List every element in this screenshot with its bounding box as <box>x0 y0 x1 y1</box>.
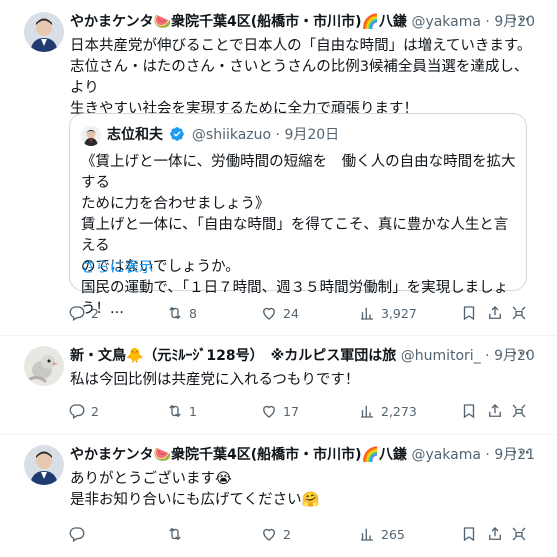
retweet-count: 1 <box>189 403 197 419</box>
views-button[interactable]: 265 <box>358 522 405 546</box>
more-options-button[interactable]: ··· <box>512 445 531 461</box>
reply-icon <box>69 527 85 542</box>
tweet[interactable]: やかまケンタ🍉衆院千葉4区(船橋市・市川市)🌈八鎌 @yakama · 9月20… <box>0 0 557 335</box>
show-more-link[interactable]: さらに表示 <box>81 258 154 279</box>
display-name[interactable]: やかまケンタ🍉衆院千葉4区(船橋市・市川市)🌈八鎌 <box>70 447 407 463</box>
share-button[interactable] <box>486 301 509 325</box>
views-icon <box>361 528 373 541</box>
share-button[interactable] <box>486 522 509 546</box>
display-name[interactable]: やかまケンタ🍉衆院千葉4区(船橋市・市川市)🌈八鎌 <box>70 14 407 30</box>
retweet-icon <box>169 527 181 541</box>
bookmark-button[interactable] <box>460 301 483 325</box>
quote-user-handle: @shiikazuo <box>191 127 272 143</box>
grok-button[interactable] <box>510 522 533 546</box>
reply-button[interactable] <box>68 522 91 546</box>
tweet-header: 新・文鳥🐥（元ﾐﾙｰｼﾞ128号） ※カルピス軍団は旅 @humitori_ ·… <box>70 346 537 366</box>
share-icon <box>489 527 501 540</box>
verified-badge-icon <box>169 126 185 142</box>
like-button[interactable]: 17 <box>260 399 299 423</box>
retweet-button[interactable]: 1 <box>166 399 197 423</box>
reply-button[interactable]: 2 <box>68 301 99 325</box>
share-icon <box>489 306 501 319</box>
quote-text: 《賃上げと一体に、労働時間の短縮を 働く人の自由な時間を拡大する ために力を合わ… <box>81 154 516 317</box>
like-icon <box>263 528 275 541</box>
bookmark-icon <box>463 527 475 542</box>
views-button[interactable]: 3,927 <box>358 301 417 325</box>
view-count: 2,273 <box>381 403 417 419</box>
like-icon <box>263 405 275 418</box>
quote-header: 志位和夫 @shiikazuo · 9月20日 <box>107 126 340 143</box>
reply-icon <box>69 306 85 321</box>
more-options-button[interactable]: ··· <box>512 12 531 28</box>
display-name[interactable]: 新・文鳥🐥（元ﾐﾙｰｼﾞ128号） ※カルピス軍団は旅 <box>70 348 396 364</box>
retweet-icon <box>169 306 181 320</box>
tweet-text: 日本共産党が伸びることで日本人の「自由な時間」は増えていきます。 志位さん・はた… <box>70 38 532 117</box>
views-icon <box>361 405 373 418</box>
reply-button[interactable]: 2 <box>68 399 99 423</box>
avatar[interactable] <box>24 12 64 52</box>
views-icon <box>361 307 373 320</box>
user-handle[interactable]: @yakama <box>411 447 481 463</box>
reply-count: 2 <box>91 403 99 419</box>
quoted-tweet[interactable]: 志位和夫 @shiikazuo · 9月20日 《賃上げと一体に、労働時間の短縮… <box>69 113 527 317</box>
user-handle[interactable]: @humitori_ <box>401 348 481 364</box>
tweet-text: ありがとうございます😭 是非お知り合いにも広げてください🤗 <box>70 471 320 508</box>
grok-button[interactable] <box>510 399 533 423</box>
action-bar: 2 8 24 3,927 <box>62 301 547 325</box>
retweet-icon <box>169 404 181 418</box>
grok-icon <box>512 527 526 541</box>
avatar[interactable] <box>24 346 64 386</box>
like-count: 2 <box>283 526 291 542</box>
grok-icon <box>512 404 526 418</box>
action-bar: 2 265 <box>62 522 547 546</box>
tweet-header: やかまケンタ🍉衆院千葉4区(船橋市・市川市)🌈八鎌 @yakama · 9月20… <box>70 12 537 32</box>
reply-icon <box>69 404 85 419</box>
tweet[interactable]: やかまケンタ🍉衆院千葉4区(船橋市・市川市)🌈八鎌 @yakama · 9月21… <box>0 435 557 557</box>
grok-icon <box>512 306 526 320</box>
bookmark-button[interactable] <box>460 522 483 546</box>
retweet-button[interactable]: 8 <box>166 301 197 325</box>
retweet-count: 8 <box>189 305 197 321</box>
bookmark-icon <box>463 404 475 419</box>
like-count: 24 <box>283 305 299 321</box>
quote-avatar[interactable] <box>81 126 101 146</box>
bookmark-icon <box>463 306 475 321</box>
user-handle[interactable]: @yakama <box>411 14 481 30</box>
tweet-text: 私は今回比例は共産党に入れるつもりです！ <box>70 372 360 388</box>
avatar[interactable] <box>24 445 64 485</box>
views-button[interactable]: 2,273 <box>358 399 417 423</box>
view-count: 3,927 <box>381 305 417 321</box>
reply-count: 2 <box>91 305 99 321</box>
grok-button[interactable] <box>510 301 533 325</box>
share-button[interactable] <box>486 399 509 423</box>
action-bar: 2 1 17 2,273 <box>62 399 547 423</box>
tweet[interactable]: 新・文鳥🐥（元ﾐﾙｰｼﾞ128号） ※カルピス軍団は旅 @humitori_ ·… <box>0 336 557 434</box>
like-button[interactable]: 24 <box>260 301 299 325</box>
like-button[interactable]: 2 <box>260 522 291 546</box>
tweet-header: やかまケンタ🍉衆院千葉4区(船橋市・市川市)🌈八鎌 @yakama · 9月21… <box>70 445 537 465</box>
share-icon <box>489 404 501 417</box>
like-count: 17 <box>283 403 299 419</box>
view-count: 265 <box>381 526 405 542</box>
quote-display-name: 志位和夫 <box>107 127 163 143</box>
quote-timestamp: 9月20日 <box>284 127 340 143</box>
retweet-button[interactable] <box>166 522 189 546</box>
more-options-button[interactable]: ··· <box>512 346 531 362</box>
bookmark-button[interactable] <box>460 399 483 423</box>
like-icon <box>263 307 275 320</box>
